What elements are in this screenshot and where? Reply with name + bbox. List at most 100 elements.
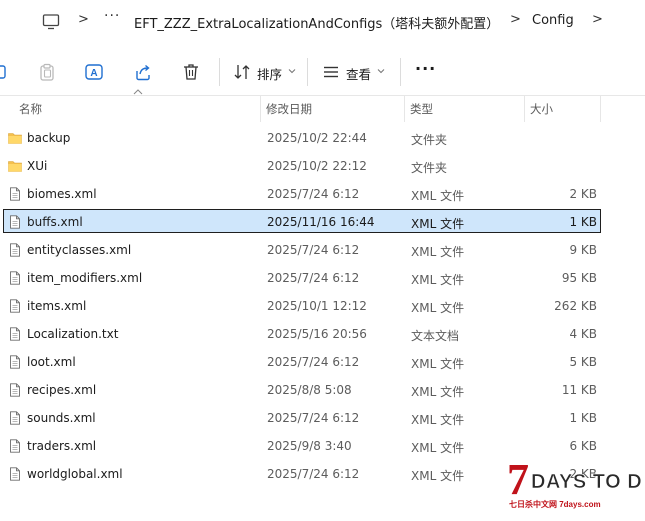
- column-header-type[interactable]: 类型: [410, 101, 433, 117]
- file-row[interactable]: entityclasses.xml 2025/7/24 6:12 XML 文件 9 K…: [0, 237, 645, 265]
- file-name: sounds.xml: [27, 411, 96, 425]
- file-type: 文本文档: [411, 329, 460, 343]
- command-bar: A 排序 查看 ···: [0, 46, 645, 96]
- file-modified-date: 2025/7/24 6:12: [267, 411, 360, 425]
- file-row[interactable]: recipes.xml 2025/8/8 5:08 XML 文件 11 KB: [0, 377, 645, 405]
- file-modified-date: 2025/7/24 6:12: [267, 355, 360, 369]
- file-type: XML 文件: [411, 217, 465, 231]
- rename-icon[interactable]: A: [84, 62, 104, 82]
- file-name: XUi: [27, 159, 48, 173]
- file-size: 5 KB: [569, 355, 597, 369]
- breadcrumb-separator: >: [592, 12, 603, 27]
- chevron-down-icon: [377, 69, 385, 74]
- file-icon: [10, 215, 20, 229]
- file-type: 文件夹: [411, 161, 448, 175]
- file-type: XML 文件: [411, 245, 465, 259]
- sort-ascending-caret-icon: [133, 89, 143, 95]
- column-header-modified[interactable]: 修改日期: [266, 101, 312, 117]
- breadcrumb-item-folder[interactable]: EFT_ZZZ_ExtraLocalizationAndConfigs（塔科夫额…: [134, 13, 499, 32]
- file-row[interactable]: Localization.txt 2025/5/16 20:56 文本文档 4 KB: [0, 321, 645, 349]
- file-name: worldglobal.xml: [27, 467, 123, 481]
- file-name: items.xml: [27, 299, 87, 313]
- file-icon: [10, 467, 20, 481]
- column-header-name[interactable]: 名称: [19, 101, 42, 117]
- file-row[interactable]: loot.xml 2025/7/24 6:12 XML 文件 5 KB: [0, 349, 645, 377]
- file-type: XML 文件: [411, 413, 465, 427]
- view-label: 查看: [346, 67, 372, 82]
- file-row[interactable]: items.xml 2025/10/1 12:12 XML 文件 262 KB: [0, 293, 645, 321]
- file-modified-date: 2025/10/1 12:12: [267, 299, 367, 313]
- file-modified-date: 2025/5/16 20:56: [267, 327, 367, 341]
- file-type: XML 文件: [411, 385, 465, 399]
- file-name: buffs.xml: [27, 215, 83, 229]
- svg-text:A: A: [90, 68, 97, 79]
- file-size: 4 KB: [569, 327, 597, 341]
- file-modified-date: 2025/7/24 6:12: [267, 243, 360, 257]
- column-divider[interactable]: [524, 96, 525, 122]
- file-type: XML 文件: [411, 469, 465, 483]
- file-name: backup: [27, 131, 71, 145]
- column-divider[interactable]: [260, 96, 261, 122]
- file-icon: [10, 271, 20, 285]
- file-row[interactable]: item_modifiers.xml 2025/7/24 6:12 XML 文件 95…: [0, 265, 645, 293]
- file-name: traders.xml: [27, 439, 97, 453]
- file-modified-date: 2025/7/24 6:12: [267, 467, 360, 481]
- file-size: 1 KB: [569, 411, 597, 425]
- sort-label: 排序: [257, 67, 283, 82]
- sort-icon: [234, 65, 250, 79]
- this-pc-icon[interactable]: [42, 13, 60, 31]
- file-modified-date: 2025/10/2 22:44: [267, 131, 367, 145]
- delete-icon[interactable]: [181, 62, 201, 82]
- toolbar-divider: [307, 58, 308, 86]
- breadcrumb-overflow-button[interactable]: ···: [104, 8, 120, 24]
- file-modified-date: 2025/11/16 16:44: [267, 215, 375, 229]
- file-name: entityclasses.xml: [27, 243, 132, 257]
- column-header-row: 名称 修改日期 类型 大小: [0, 96, 645, 122]
- file-size: 6 KB: [569, 439, 597, 453]
- file-row[interactable]: biomes.xml 2025/7/24 6:12 XML 文件 2 KB: [0, 181, 645, 209]
- column-divider[interactable]: [404, 96, 405, 122]
- svg-text:七日杀中文网 7days.com: 七日杀中文网 7days.com: [509, 499, 601, 509]
- file-size: 262 KB: [554, 299, 597, 313]
- file-type: 文件夹: [411, 133, 448, 147]
- file-modified-date: 2025/10/2 22:12: [267, 159, 367, 173]
- file-icon: [10, 299, 20, 313]
- chevron-down-icon: [288, 69, 296, 74]
- share-icon[interactable]: [133, 62, 153, 82]
- file-icon: [10, 439, 20, 453]
- file-icon: [10, 327, 20, 341]
- file-size: 2 KB: [569, 187, 597, 201]
- breadcrumb-item-config[interactable]: Config: [532, 13, 574, 28]
- file-icon: [10, 243, 20, 257]
- folder-row[interactable]: backup 2025/10/2 22:44 文件夹: [0, 125, 645, 153]
- file-type: XML 文件: [411, 301, 465, 315]
- file-icon: [10, 355, 20, 369]
- file-row[interactable]: sounds.xml 2025/7/24 6:12 XML 文件 1 KB: [0, 405, 645, 433]
- file-icon: [10, 411, 20, 425]
- file-size: 9 KB: [569, 243, 597, 257]
- file-type: XML 文件: [411, 189, 465, 203]
- svg-text:7: 7: [507, 456, 529, 504]
- file-size: 1 KB: [569, 215, 597, 229]
- file-name: recipes.xml: [27, 383, 97, 397]
- column-divider[interactable]: [600, 96, 601, 122]
- svg-text:DAYS TO DIE: DAYS TO DIE: [531, 471, 641, 493]
- more-options-button[interactable]: ···: [415, 59, 436, 78]
- view-icon: [324, 66, 338, 78]
- paste-icon[interactable]: [37, 62, 57, 82]
- breadcrumb-separator: >: [78, 12, 89, 27]
- file-name: biomes.xml: [27, 187, 97, 201]
- file-size: 11 KB: [561, 383, 597, 397]
- file-modified-date: 2025/7/24 6:12: [267, 187, 360, 201]
- file-size: 95 KB: [561, 271, 597, 285]
- column-header-size[interactable]: 大小: [530, 101, 553, 117]
- file-type: XML 文件: [411, 273, 465, 287]
- file-modified-date: 2025/7/24 6:12: [267, 271, 360, 285]
- file-name: loot.xml: [27, 355, 76, 369]
- file-row[interactable]: buffs.xml 2025/11/16 16:44 XML 文件 1 KB: [0, 209, 645, 237]
- folder-icon: [8, 133, 22, 144]
- address-bar[interactable]: > ··· EFT_ZZZ_ExtraLocalizationAndConfig…: [0, 0, 645, 44]
- copy-icon[interactable]: [0, 62, 10, 82]
- folder-row[interactable]: XUi 2025/10/2 22:12 文件夹: [0, 153, 645, 181]
- file-modified-date: 2025/9/8 3:40: [267, 439, 352, 453]
